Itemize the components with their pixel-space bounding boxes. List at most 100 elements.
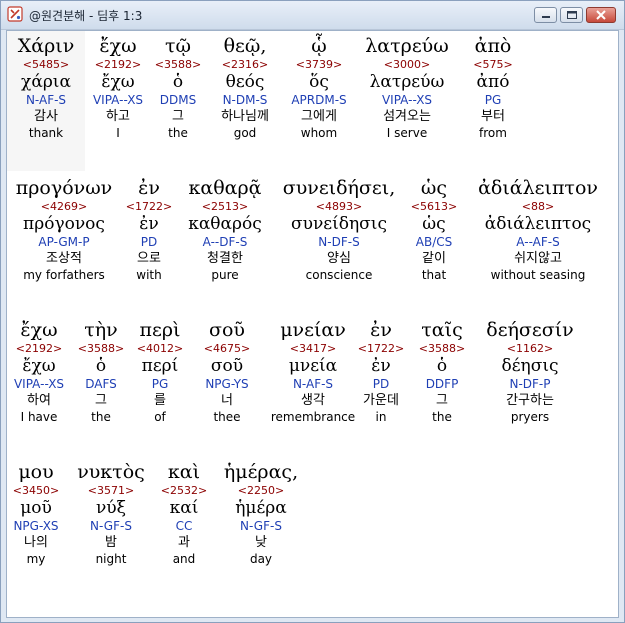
lexical-form: νύξ — [95, 498, 127, 518]
strong-number: <3417> — [289, 342, 337, 355]
greek-text: ἐν — [370, 319, 392, 341]
english-gloss: thee — [213, 410, 241, 424]
lexical-form: μνεία — [288, 356, 338, 376]
parsing-code: N-GF-S — [240, 519, 282, 533]
lexical-form: καί — [169, 498, 199, 518]
lexical-form: ἔχω — [101, 72, 135, 92]
parsing-code: PG — [484, 93, 502, 107]
lexical-form: δέησις — [501, 356, 559, 376]
word-21[interactable]: μου <3450> μοῦ NPG-XS 나의 my — [9, 461, 63, 567]
word-24[interactable]: ἡμέρας, <2250> ἡμέρα N-GF-S 낮 day — [215, 461, 307, 567]
word-5[interactable]: λατρεύω <3000> λατρεύω VIPA--XS 섬겨오는 I s… — [357, 35, 457, 141]
word-2[interactable]: τῷ <3588> ὁ DDMS 그 the — [153, 35, 203, 141]
greek-text: ἐν — [138, 177, 160, 199]
strong-number: <2250> — [237, 484, 285, 497]
word-4[interactable]: ᾧ <3739> ὅς APRDM-S 그에게 whom — [283, 35, 355, 141]
strong-number: <1722> — [125, 200, 173, 213]
lexical-form: ἔχω — [22, 356, 56, 376]
korean-gloss: 그 — [95, 393, 107, 408]
maximize-icon — [567, 11, 577, 19]
greek-text: ἀπὸ — [474, 35, 512, 57]
parsing-code: N-DF-S — [318, 235, 360, 249]
word-0[interactable]: Χάριν <5485> χάρια N-AF-S 감사 thank — [7, 31, 85, 171]
parsing-code: VIPA--XS — [381, 93, 433, 107]
parsing-code: DDMS — [159, 93, 197, 107]
word-18[interactable]: ἐν <1722> ἐν PD 가운데 in — [355, 319, 407, 425]
korean-gloss: 양심 — [327, 251, 351, 266]
english-gloss: I have — [20, 410, 58, 424]
greek-text: τὴν — [84, 319, 118, 341]
korean-gloss: 청결한 — [207, 251, 243, 266]
greek-text: δεήσεσίν — [486, 319, 574, 341]
parsing-code: DAFS — [85, 377, 117, 391]
korean-gloss: 너 — [221, 393, 233, 408]
english-gloss: night — [95, 552, 127, 566]
parsing-code: PD — [372, 377, 390, 391]
title-bar[interactable]: @원견분해 - 딤후 1:3 — [1, 1, 624, 30]
english-gloss: with — [136, 268, 162, 282]
close-icon — [596, 10, 606, 20]
lexical-form: ὁ — [95, 356, 107, 376]
minimize-icon — [542, 16, 550, 18]
strong-number: <4012> — [136, 342, 184, 355]
word-20[interactable]: δεήσεσίν <1162> δέησις N-DF-P 간구하는 pryer… — [477, 319, 583, 425]
parsing-code: N-DF-P — [509, 377, 551, 391]
korean-gloss: 부터 — [481, 109, 505, 124]
word-13[interactable]: ἔχω <2192> ἔχω VIPA--XS 하여 I have — [9, 319, 69, 425]
korean-gloss: 그 — [172, 109, 184, 124]
maximize-button[interactable] — [560, 7, 583, 23]
lexical-form: ἐν — [139, 214, 159, 234]
word-16[interactable]: σοῦ <4675> σοῦ NPG-YS 너 thee — [191, 319, 263, 425]
greek-text: ταῖς — [421, 319, 463, 341]
english-gloss: my — [26, 552, 46, 566]
greek-text: καθαρᾷ — [188, 177, 262, 199]
word-10[interactable]: συνειδήσει, <4893> συνείδησις N-DF-S 양심 … — [275, 177, 403, 283]
close-button[interactable] — [586, 7, 616, 23]
app-icon — [7, 6, 23, 22]
korean-gloss: 하고 — [106, 109, 130, 124]
word-17[interactable]: μνείαν <3417> μνεία N-AF-S 생각 remembranc… — [263, 319, 363, 425]
english-gloss: in — [375, 410, 387, 424]
word-1[interactable]: ἔχω <2192> ἔχω VIPA--XS 하고 I — [85, 35, 151, 141]
minimize-button[interactable] — [534, 7, 557, 23]
word-7[interactable]: προγόνων <4269> πρόγονος AP-GM-P 조상적 my … — [9, 177, 119, 283]
word-14[interactable]: τὴν <3588> ὁ DAFS 그 the — [73, 319, 129, 425]
strong-number: <1162> — [506, 342, 554, 355]
lexical-form: χάρια — [21, 72, 71, 92]
strong-number: <4893> — [315, 200, 363, 213]
greek-text: ᾧ — [311, 35, 327, 57]
strong-number: <3739> — [295, 58, 343, 71]
lexical-form: ὁ — [436, 356, 448, 376]
english-gloss: remembrance — [270, 410, 356, 424]
parsing-code: DDFP — [425, 377, 459, 391]
word-6[interactable]: ἀπὸ <575> ἀπό PG 부터 from — [463, 35, 523, 141]
greek-text: λατρεύω — [365, 35, 449, 57]
word-3[interactable]: θεῷ, <2316> θεός N-DM-S 하나님께 god — [207, 35, 283, 141]
korean-gloss: 하나님께 — [221, 109, 269, 124]
word-22[interactable]: νυκτὸς <3571> νύξ N-GF-S 밤 night — [67, 461, 155, 567]
greek-text: ἀδιάλειπτον — [478, 177, 598, 199]
english-gloss: the — [432, 410, 452, 424]
word-11[interactable]: ὡς <5613> ὡς AB/CS 같이 that — [407, 177, 461, 283]
lexical-form: μοῦ — [20, 498, 52, 518]
word-8[interactable]: ἐν <1722> ἐν PD 으로 with — [123, 177, 175, 283]
strong-number: <2192> — [15, 342, 63, 355]
korean-gloss: 생각 — [301, 393, 325, 408]
lexical-form: ὡς — [422, 214, 446, 234]
english-gloss: the — [91, 410, 111, 424]
korean-gloss: 과 — [178, 535, 190, 550]
greek-text: μνείαν — [280, 319, 346, 341]
strong-number: <3588> — [77, 342, 125, 355]
word-9[interactable]: καθαρᾷ <2513> καθαρός A--DF-S 청결한 pure — [177, 177, 273, 283]
strong-number: <575> — [473, 58, 513, 71]
greek-text: νυκτὸς — [77, 461, 145, 483]
greek-text: περὶ — [139, 319, 181, 341]
korean-gloss: 밤 — [105, 535, 117, 550]
word-15[interactable]: περὶ <4012> περί PG 를 of — [133, 319, 187, 425]
greek-text: ὡς — [420, 177, 448, 199]
greek-text: θεῷ, — [223, 35, 267, 57]
word-12[interactable]: ἀδιάλειπτον <88> ἀδιάλειπτος A--AF-S 쉬지않… — [465, 177, 611, 283]
word-19[interactable]: ταῖς <3588> ὁ DDFP 그 the — [413, 319, 471, 425]
word-23[interactable]: καὶ <2532> καί CC 과 and — [157, 461, 211, 567]
lexical-form: ἡμέρα — [235, 498, 287, 518]
